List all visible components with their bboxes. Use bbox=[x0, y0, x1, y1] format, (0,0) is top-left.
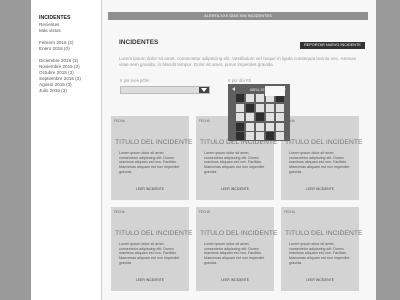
alert-banner: ALERTA XXX DÍAS SIN INCIDENTES bbox=[108, 12, 368, 20]
calendar-day-cell[interactable] bbox=[256, 103, 264, 112]
calendar-day-cell[interactable] bbox=[266, 132, 274, 140]
card-date-label: FECHA bbox=[114, 119, 125, 123]
calendar-day-cell[interactable] bbox=[236, 94, 244, 102]
incident-card[interactable]: FECHA TITULO DEL INCIDENTE Lorem ipsum dol… bbox=[111, 116, 193, 200]
calendar-day-cell[interactable] bbox=[246, 103, 254, 112]
card-body: Lorem ipsum dolor sit amet, consectetur … bbox=[289, 151, 350, 174]
calendar-day-cell[interactable] bbox=[236, 132, 244, 140]
report-incident-button[interactable]: REPORTAR NUEVO INCIDENTE bbox=[300, 42, 365, 49]
calendar-day-cell[interactable] bbox=[246, 94, 254, 102]
card-date-label: FECHA bbox=[284, 210, 295, 214]
page-title: INCIDENTES bbox=[119, 39, 159, 46]
sidebar-item-mas-vistos[interactable]: Más vistos bbox=[39, 28, 61, 34]
card-title: TITULO DEL INCIDENTE bbox=[285, 230, 363, 237]
sidebar-item-incidentes[interactable]: INCIDENTES bbox=[39, 15, 70, 21]
read-incident-link[interactable]: LEER INCIDENTE bbox=[196, 187, 274, 191]
card-body: Lorem ipsum dolor sit amet, consectetur … bbox=[289, 242, 350, 265]
calendar-day-cell[interactable] bbox=[276, 132, 284, 140]
calendar-day-cell[interactable] bbox=[246, 132, 254, 140]
sidebar-item-julio-2015[interactable]: Julio 2015 (3) bbox=[39, 88, 67, 94]
card-date-label: FECHA bbox=[114, 210, 125, 214]
calendar-day-cell[interactable] bbox=[256, 132, 264, 140]
card-title: TITULO DEL INCIDENTE bbox=[115, 230, 193, 237]
calendar-day-cell[interactable] bbox=[236, 113, 244, 121]
incident-card[interactable]: FECHA TITULO DEL INCIDENTE Lorem ipsum dol… bbox=[111, 207, 193, 291]
sidebar: INCIDENTES Recientes Más vistos Febrero … bbox=[31, 0, 102, 300]
incident-card[interactable]: FECHA TITULO DEL INCIDENTE Lorem ipsum dol… bbox=[196, 207, 278, 291]
calendar-day-cell[interactable] bbox=[246, 113, 254, 121]
calendar-day-cell[interactable] bbox=[276, 122, 284, 131]
read-incident-link[interactable]: LEER INCIDENTE bbox=[111, 278, 189, 282]
day-picker-label: Ir por día FE bbox=[228, 78, 252, 83]
day-input-field[interactable] bbox=[265, 86, 285, 96]
card-body: Lorem ipsum dolor sit amet, consectetur … bbox=[119, 242, 180, 265]
incident-card[interactable]: FECHA TITULO DEL INCIDENTE Lorem ipsum dol… bbox=[281, 207, 363, 291]
card-date-label: FECHA bbox=[199, 119, 210, 123]
month-select[interactable] bbox=[120, 86, 210, 94]
calendar-day-cell[interactable] bbox=[266, 113, 274, 121]
calendar-day-cell[interactable] bbox=[256, 122, 264, 131]
incident-card[interactable]: FECHATITULO DEL INCIDENTELorem ipsum dol… bbox=[281, 116, 363, 200]
calendar-day-cell[interactable] bbox=[256, 94, 264, 102]
card-body: Lorem ipsum dolor sit amet, consectetur … bbox=[204, 242, 265, 265]
page-description: Lorem ipsum dolor sit amet, consectetur … bbox=[119, 56, 357, 68]
card-title: TITULO DEL INCIDENTE bbox=[200, 230, 278, 237]
calendar-day-cell[interactable] bbox=[276, 113, 284, 121]
calendar-day-cell[interactable] bbox=[266, 122, 274, 131]
read-incident-link[interactable]: LEER INCIDENTE bbox=[281, 278, 359, 282]
calendar-day-cell[interactable] bbox=[246, 122, 254, 131]
calendar-day-cell[interactable] bbox=[236, 103, 244, 112]
card-title: TITULO DEL INCIDENTE bbox=[115, 139, 193, 146]
card-date-label: FECHA bbox=[199, 210, 210, 214]
sidebar-item-enero-2016[interactable]: Enero 2016 (0) bbox=[39, 46, 70, 52]
calendar-day-cell[interactable] bbox=[266, 103, 274, 112]
card-body: Lorem ipsum dolor sit amet, consectetur … bbox=[119, 151, 180, 174]
card-title: TITULO DEL INCIDENTE bbox=[285, 139, 363, 146]
chevron-down-icon[interactable] bbox=[199, 87, 209, 93]
calendar-day-cell[interactable] bbox=[256, 113, 264, 121]
card-body: Lorem ipsum dolor sit amet, consectetur … bbox=[204, 151, 265, 174]
calendar-day-cell[interactable] bbox=[276, 103, 284, 112]
calendar-day-cell[interactable] bbox=[236, 122, 244, 131]
read-incident-link[interactable]: LEER INCIDENTE bbox=[111, 187, 189, 191]
read-incident-link[interactable]: LEER INCIDENTE bbox=[281, 187, 359, 191]
read-incident-link[interactable]: LEER INCIDENTE bbox=[196, 278, 274, 282]
month-select-label: Ir por mes pOlA bbox=[120, 78, 150, 83]
